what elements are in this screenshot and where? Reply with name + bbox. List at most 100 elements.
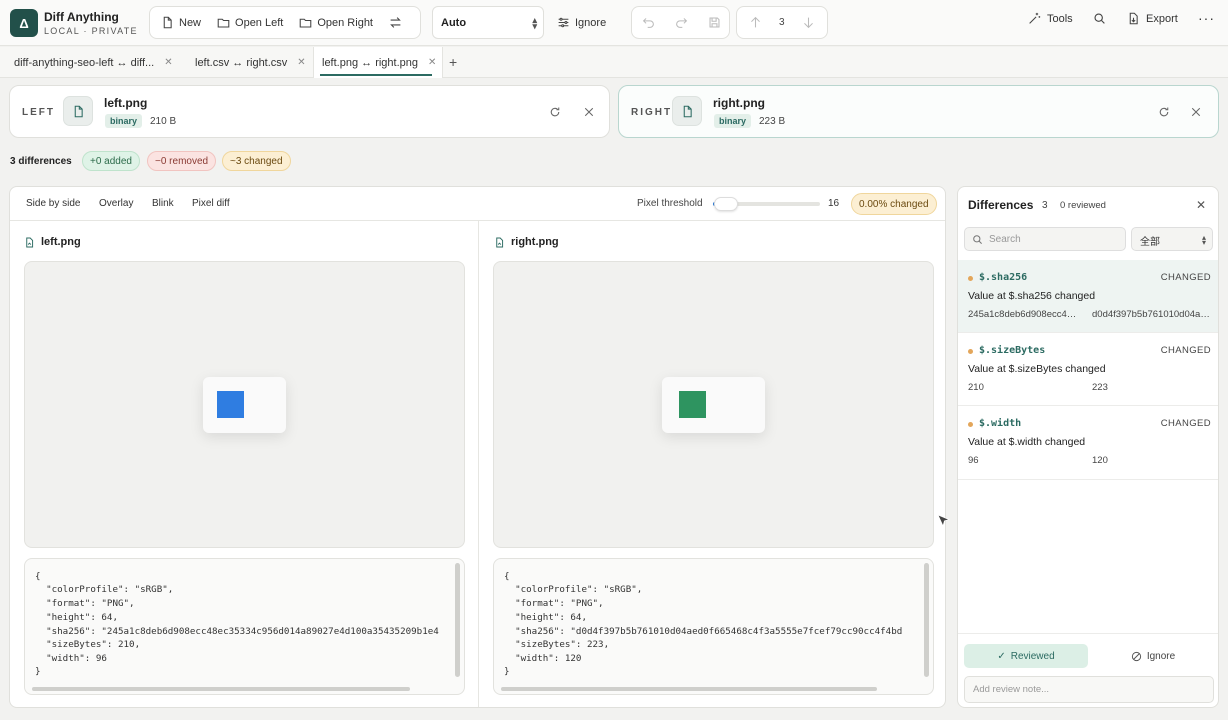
search-icon — [1094, 13, 1105, 24]
diff-new-value: d0d4f397b5b761010d04aed0f665468c4f3a5555… — [1092, 309, 1212, 320]
review-note-input[interactable] — [973, 684, 1203, 695]
mode-pixel-diff[interactable]: Pixel diff — [192, 198, 230, 209]
left-file-name: left.png — [104, 96, 148, 110]
changed-percent-badge: 0.00% changed — [851, 193, 937, 215]
search-button[interactable] — [1093, 12, 1106, 25]
diff-type: CHANGED — [1160, 345, 1211, 356]
right-file-size: 223 B — [759, 116, 786, 127]
diff-filter-select[interactable]: 全部 ▴ ▾ — [1131, 227, 1213, 251]
tools-button[interactable]: Tools — [1028, 12, 1073, 25]
right-file-name: right.png — [713, 96, 765, 110]
redo-button[interactable] — [665, 7, 698, 38]
view-mode-bar: Side by side Overlay Blink Pixel diff Pi… — [10, 187, 945, 221]
mode-side-by-side[interactable]: Side by side — [26, 198, 80, 209]
tab-label: left.png ↔ right.png — [322, 56, 419, 69]
ignore-toolbar-button[interactable]: Ignore — [549, 6, 614, 39]
ignore-toolbar-label: Ignore — [575, 16, 607, 29]
folder-icon — [300, 18, 312, 28]
close-tab-icon[interactable]: ✕ — [428, 57, 436, 68]
folder-icon — [217, 18, 230, 28]
json-line: "format": "PNG", — [504, 598, 604, 609]
open-right-label: Open Right — [317, 16, 373, 29]
open-right-button[interactable]: Open Right — [291, 7, 381, 38]
mode-select-value: Auto — [441, 17, 467, 29]
added-badge: +0 added — [82, 151, 140, 171]
vertical-scrollbar[interactable] — [924, 563, 929, 677]
json-line: { — [35, 571, 41, 582]
ignore-group: Ignore — [549, 6, 619, 39]
changed-dot-icon — [968, 349, 973, 354]
save-button[interactable] — [698, 7, 731, 38]
redo-icon — [676, 18, 688, 28]
right-side-label: RIGHT — [631, 107, 673, 118]
close-icon[interactable] — [583, 106, 595, 118]
app-title: Diff Anything — [44, 10, 119, 24]
tab-png[interactable]: left.png ↔ right.png ✕ — [313, 47, 444, 78]
previous-diff-button[interactable] — [737, 7, 771, 38]
mode-blink[interactable]: Blink — [152, 198, 174, 209]
json-line: "sha256": "245a1c8deb6d908ecc48ec35334c9… — [35, 626, 439, 637]
diff-search[interactable] — [964, 227, 1126, 251]
file-icon — [63, 96, 93, 126]
json-line: } — [35, 666, 41, 677]
swap-sides-button[interactable] — [381, 7, 410, 38]
tab-seo[interactable]: diff-anything-seo-left ↔ diff... ✕ — [6, 47, 179, 78]
more-menu-icon[interactable]: ··· — [1198, 10, 1215, 26]
search-input[interactable] — [989, 232, 1119, 247]
diff-message: Value at $.sha256 changed — [968, 290, 1096, 302]
undo-icon — [642, 18, 654, 28]
arrow-down-icon — [803, 17, 813, 29]
updown-chevron-icon: ▴ ▾ — [532, 15, 537, 31]
tab-csv[interactable]: left.csv ↔ right.csv ✕ — [187, 47, 312, 78]
json-line: "sizeBytes": 223, — [504, 639, 610, 650]
close-icon[interactable] — [1190, 106, 1202, 118]
left-pane-filename: left.png — [41, 236, 81, 248]
close-sidebar-icon[interactable]: ✕ — [1196, 198, 1206, 212]
left-image-preview — [24, 261, 465, 548]
diff-path: $.sha256 — [979, 272, 1028, 283]
close-tab-icon[interactable]: ✕ — [297, 57, 305, 68]
vertical-scrollbar[interactable] — [455, 563, 460, 677]
next-diff-button[interactable] — [793, 7, 824, 38]
right-image-thumb — [662, 377, 765, 433]
reload-icon[interactable] — [549, 106, 561, 118]
diff-old-value: 96 — [968, 455, 979, 466]
diff-message: Value at $.width changed — [968, 436, 1086, 448]
left-side-label: LEFT — [22, 107, 55, 118]
ignore-diff-button[interactable]: Ignore — [1092, 644, 1214, 668]
reviewed-button[interactable]: ✓ Reviewed — [964, 644, 1088, 668]
horizontal-scrollbar[interactable] — [32, 687, 410, 691]
changed-dot-icon — [968, 276, 973, 281]
tab-label: left.csv ↔ right.csv — [195, 56, 288, 69]
export-button[interactable]: Export — [1127, 12, 1178, 25]
threshold-slider-thumb[interactable] — [714, 197, 738, 211]
reload-icon[interactable] — [1158, 106, 1170, 118]
differences-count: 3 differences — [10, 156, 72, 167]
app-subtitle: LOCAL · PRIVATE — [44, 26, 138, 36]
mode-select[interactable]: Auto ▴ ▾ — [432, 6, 544, 39]
diff-item[interactable]: $.width CHANGED Value at $.width changed… — [958, 406, 1218, 480]
open-left-button[interactable]: Open Left — [209, 7, 291, 38]
differences-sidebar: Differences 3 0 reviewed ✕ 全部 ▴▾ $.sha25… — [957, 186, 1219, 708]
json-line: { — [504, 571, 510, 582]
add-tab-icon[interactable]: + — [449, 54, 457, 70]
close-tab-icon[interactable]: ✕ — [164, 57, 172, 68]
diff-item[interactable]: $.sha256 CHANGED Value at $.sha256 chang… — [958, 260, 1218, 333]
history-group — [631, 6, 730, 39]
diff-summary-bar: 3 differences +0 added −0 removed ~3 cha… — [0, 146, 1228, 176]
search-icon — [973, 235, 982, 244]
sidebar-diff-count: 3 — [1042, 200, 1048, 211]
json-line: } — [504, 666, 510, 677]
diff-item[interactable]: $.sizeBytes CHANGED Value at $.sizeBytes… — [958, 333, 1218, 406]
undo-button[interactable] — [632, 7, 665, 38]
horizontal-scrollbar[interactable] — [501, 687, 877, 691]
review-note-field[interactable] — [964, 676, 1214, 703]
diff-old-value: 210 — [968, 382, 984, 393]
mode-overlay[interactable]: Overlay — [99, 198, 133, 209]
arrow-up-icon — [751, 16, 760, 28]
right-file-card: RIGHT right.png binary 223 B — [618, 85, 1219, 138]
top-toolbar: Δ Diff Anything LOCAL · PRIVATE New Open… — [0, 0, 1228, 46]
new-button[interactable]: New — [150, 7, 209, 38]
diff-path: $.width — [979, 418, 1022, 429]
pane-divider[interactable] — [478, 221, 479, 707]
